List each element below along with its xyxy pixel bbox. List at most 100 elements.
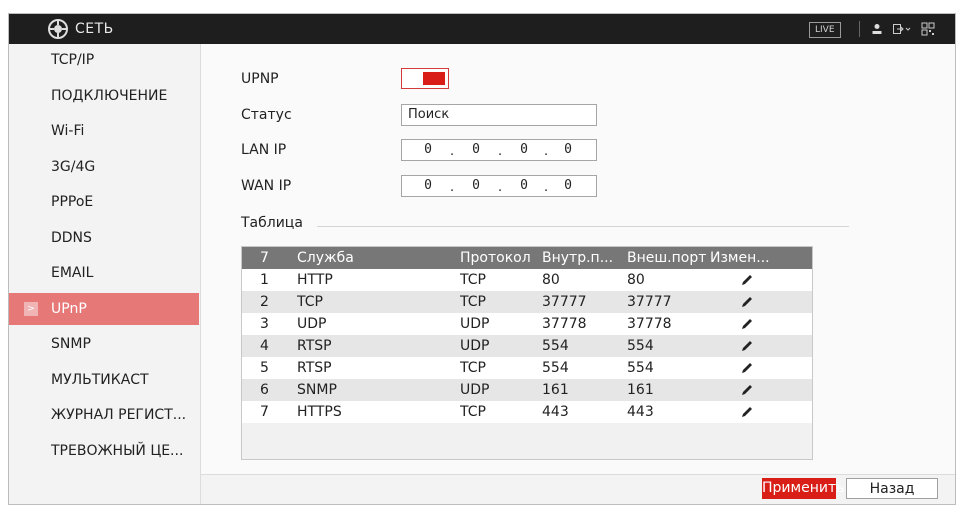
ip-dot: .: [544, 180, 549, 195]
ip-octet[interactable]: 0: [460, 140, 492, 160]
status-field: Поиск: [401, 104, 597, 126]
pencil-icon[interactable]: [740, 405, 754, 419]
ip-octet[interactable]: 0: [412, 140, 444, 160]
table-row[interactable]: 4 RTSP UDP 554 554: [242, 335, 812, 357]
app-window: СЕТЬ LIVE TCP/IP ПОДКЛЮЧЕНИЕ Wi-Fi 3G/4G…: [8, 13, 956, 505]
ip-octet[interactable]: 0: [552, 140, 584, 160]
ip-dot: .: [498, 180, 503, 195]
sidebar-item-label: 3G/4G: [51, 159, 96, 175]
row-service: RTSP: [297, 360, 332, 376]
footer-bar: Применить Назад: [200, 474, 955, 504]
main-panel: UPNP Статус Поиск LAN IP 0 . 0 . 0 . 0 W…: [200, 44, 955, 474]
row-number: 2: [260, 294, 269, 310]
row-protocol: TCP: [460, 404, 486, 420]
qr-code-icon[interactable]: [921, 22, 935, 36]
header-external-port[interactable]: Внеш.порт: [627, 247, 709, 269]
sidebar-item-pppoe[interactable]: PPPoE: [9, 186, 199, 218]
apply-button[interactable]: Применить: [762, 478, 844, 499]
ip-dot: .: [450, 144, 455, 159]
sidebar-item-email[interactable]: EMAIL: [9, 257, 199, 289]
sidebar-item-label: PPPoE: [51, 194, 94, 210]
row-service: HTTP: [297, 272, 333, 288]
sidebar-item-snmp[interactable]: SNMP: [9, 328, 199, 360]
row-external-port: 37777: [627, 294, 672, 310]
header-count: 7: [260, 250, 269, 266]
ip-dot: .: [450, 180, 455, 195]
upnp-label: UPNP: [241, 71, 279, 87]
table-row[interactable]: 7 HTTPS TCP 443 443: [242, 401, 812, 423]
table-section-label: Таблица: [241, 215, 303, 231]
pencil-icon[interactable]: [740, 383, 754, 397]
user-icon[interactable]: [870, 22, 884, 36]
sidebar-item-label: МУЛЬТИКАСТ: [51, 372, 149, 388]
row-internal-port: 161: [542, 382, 569, 398]
row-service: UDP: [297, 316, 327, 332]
lan-ip-field[interactable]: 0 . 0 . 0 . 0: [401, 139, 597, 161]
page-title: СЕТЬ: [75, 21, 114, 37]
row-protocol: TCP: [460, 294, 486, 310]
row-protocol: UDP: [460, 382, 490, 398]
sidebar-item-ddns[interactable]: DDNS: [9, 222, 199, 254]
sidebar-item-label: DDNS: [51, 230, 92, 246]
header-edit: Измен...: [710, 250, 770, 266]
ip-dot: .: [498, 144, 503, 159]
row-external-port: 443: [627, 404, 654, 420]
pencil-icon[interactable]: [740, 273, 754, 287]
row-protocol: UDP: [460, 316, 490, 332]
table-row[interactable]: 3 UDP UDP 37778 37778: [242, 313, 812, 335]
row-number: 6: [260, 382, 269, 398]
sidebar-item-alarm-center[interactable]: ТРЕВОЖНЫЙ ЦЕ...: [9, 435, 199, 467]
ip-octet[interactable]: 0: [552, 176, 584, 196]
chevron-right-icon: >: [24, 302, 38, 316]
sidebar-item-register-log[interactable]: ЖУРНАЛ РЕГИСТ...: [9, 399, 199, 431]
row-external-port: 554: [627, 338, 654, 354]
header-service[interactable]: Служба: [297, 247, 447, 269]
sidebar-item-label: ЖУРНАЛ РЕГИСТ...: [51, 407, 187, 423]
table-row[interactable]: 6 SNMP UDP 161 161: [242, 379, 812, 401]
header-internal-port[interactable]: Внутр.п...: [542, 247, 624, 269]
row-internal-port: 443: [542, 404, 569, 420]
logout-icon[interactable]: [892, 22, 912, 36]
row-number: 7: [260, 404, 269, 420]
sidebar-item-wifi[interactable]: Wi-Fi: [9, 115, 199, 147]
table-header: 7 Служба Протокол Внутр.п... Внеш.порт И…: [242, 247, 812, 269]
sidebar-item-multicast[interactable]: МУЛЬТИКАСТ: [9, 364, 199, 396]
pencil-icon[interactable]: [740, 361, 754, 375]
ip-octet[interactable]: 0: [460, 176, 492, 196]
row-number: 3: [260, 316, 269, 332]
sidebar-item-connection[interactable]: ПОДКЛЮЧЕНИЕ: [9, 80, 199, 112]
lan-ip-label: LAN IP: [241, 142, 287, 158]
row-service: SNMP: [297, 382, 337, 398]
table-row[interactable]: 2 TCP TCP 37777 37777: [242, 291, 812, 313]
row-service: RTSP: [297, 338, 332, 354]
sidebar-item-label: EMAIL: [51, 265, 94, 281]
ip-dot: .: [544, 144, 549, 159]
wan-ip-field[interactable]: 0 . 0 . 0 . 0: [401, 175, 597, 197]
ip-octet[interactable]: 0: [412, 176, 444, 196]
section-divider: [317, 226, 849, 227]
sidebar-item-label: SNMP: [51, 336, 91, 352]
row-number: 1: [260, 272, 269, 288]
table-row[interactable]: 1 HTTP TCP 80 80: [242, 269, 812, 291]
pencil-icon[interactable]: [740, 339, 754, 353]
header-protocol[interactable]: Протокол: [460, 247, 545, 269]
sidebar-item-upnp[interactable]: > UPnP: [9, 293, 199, 325]
row-external-port: 80: [627, 272, 645, 288]
pencil-icon[interactable]: [740, 295, 754, 309]
sidebar-item-tcpip[interactable]: TCP/IP: [9, 44, 199, 76]
ip-octet[interactable]: 0: [508, 176, 540, 196]
row-protocol: TCP: [460, 360, 486, 376]
sidebar-item-3g4g[interactable]: 3G/4G: [9, 151, 199, 183]
back-button[interactable]: Назад: [846, 478, 938, 499]
table-row[interactable]: 5 RTSP TCP 554 554: [242, 357, 812, 379]
row-internal-port: 554: [542, 338, 569, 354]
ip-octet[interactable]: 0: [508, 140, 540, 160]
pencil-icon[interactable]: [740, 317, 754, 331]
toolbar-divider: [859, 21, 860, 37]
upnp-toggle[interactable]: [401, 68, 449, 89]
network-logo-icon: [48, 19, 68, 39]
live-button[interactable]: LIVE: [809, 22, 841, 38]
status-label: Статус: [241, 107, 292, 123]
row-service: HTTPS: [297, 404, 342, 420]
row-internal-port: 554: [542, 360, 569, 376]
